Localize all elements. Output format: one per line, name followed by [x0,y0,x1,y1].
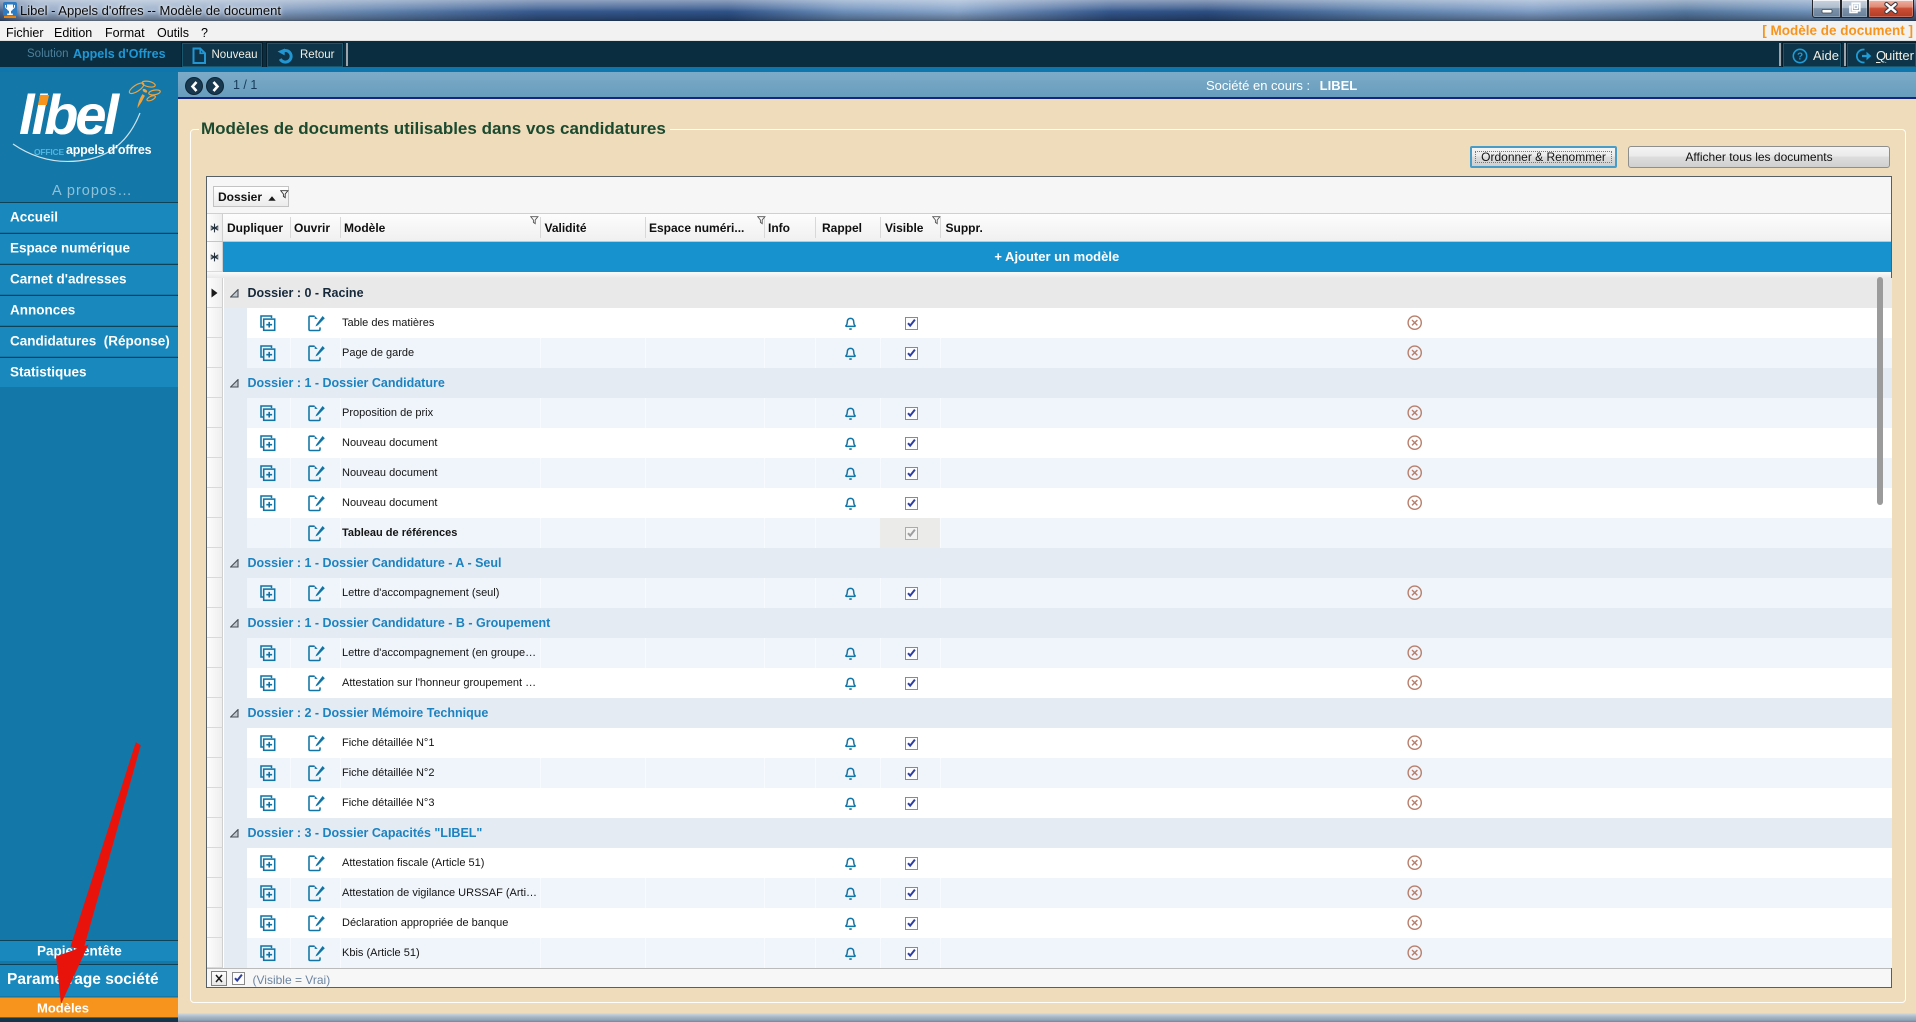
svg-text:?: ? [1797,51,1803,62]
